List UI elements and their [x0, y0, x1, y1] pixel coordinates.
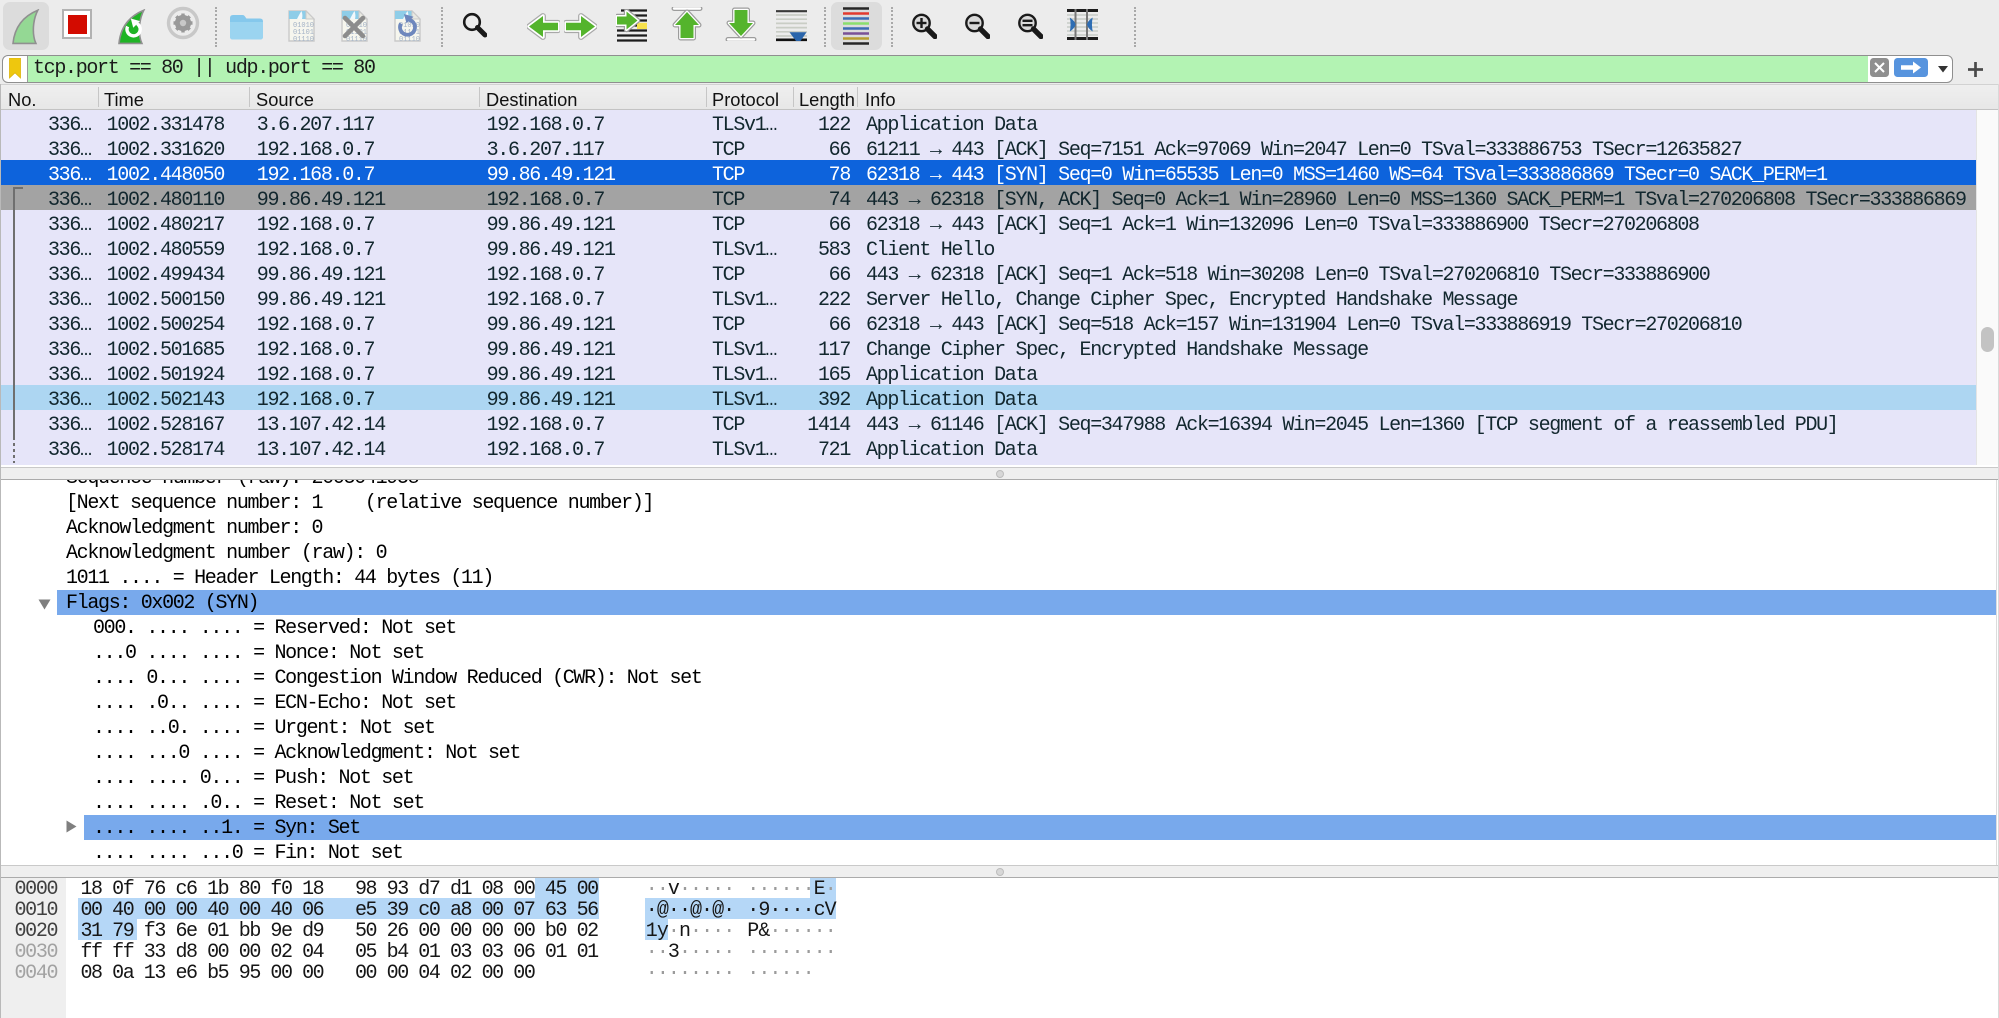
svg-text:01110: 01110: [399, 36, 420, 44]
svg-text:01110: 01110: [293, 36, 314, 44]
